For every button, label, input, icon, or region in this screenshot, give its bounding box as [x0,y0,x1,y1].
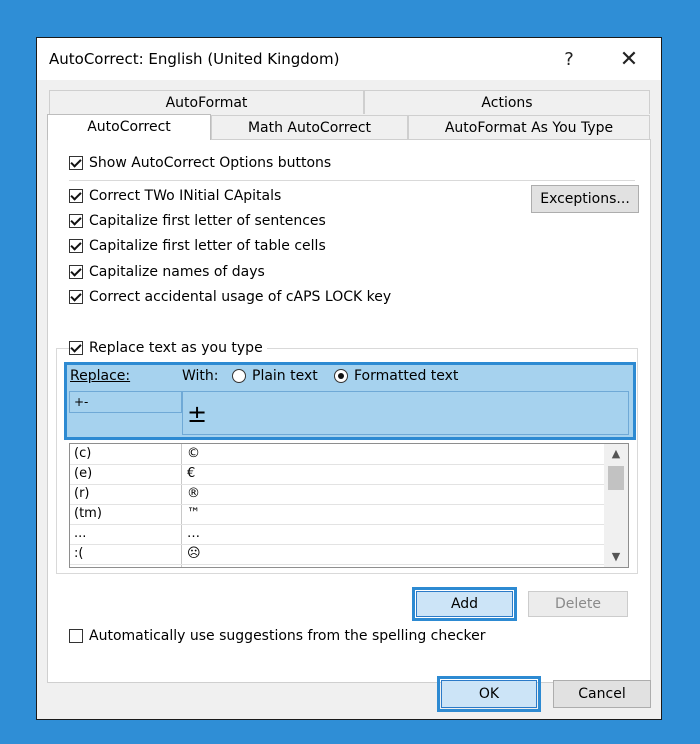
exceptions-button[interactable]: Exceptions... [531,185,639,213]
formatted-text-radio[interactable]: Formatted text [334,368,458,384]
capitalize-days-checkbox[interactable]: Capitalize names of days [69,262,265,282]
checkbox-box [69,629,83,643]
tab-actions[interactable]: Actions [364,90,650,114]
checkbox-box [69,265,83,279]
cancel-button[interactable]: Cancel [553,680,651,708]
close-button[interactable]: ✕ [609,44,649,74]
add-button[interactable]: Add [416,591,513,617]
tab-autoformat[interactable]: AutoFormat [49,90,364,114]
checkbox-box [69,239,83,253]
window-title: AutoCorrect: English (United Kingdom) [49,50,340,68]
list-item[interactable]: (r) ® [70,484,604,505]
ok-button[interactable]: OK [441,680,537,708]
checkbox-box [69,341,83,355]
with-input[interactable]: ± [182,391,629,435]
help-button[interactable]: ? [549,44,589,74]
help-icon: ? [564,48,574,70]
replace-text-checkbox[interactable]: Replace text as you type [69,338,267,358]
divider [69,180,635,181]
spelling-suggestions-checkbox[interactable]: Automatically use suggestions from the s… [69,626,486,646]
replace-input[interactable]: +- [69,391,182,413]
capitalize-sentences-checkbox[interactable]: Capitalize first letter of sentences [69,211,326,231]
caps-lock-checkbox[interactable]: Correct accidental usage of cAPS LOCK ke… [69,287,391,307]
scroll-down-icon[interactable]: ▼ [604,547,628,567]
radio-circle [334,369,348,383]
checkbox-box [69,214,83,228]
plain-text-radio[interactable]: Plain text [232,368,318,384]
scroll-up-icon[interactable]: ▲ [604,444,628,464]
capitalize-table-cells-checkbox[interactable]: Capitalize first letter of table cells [69,236,326,256]
list-scrollbar[interactable]: ▲ ▼ [604,444,628,567]
checkbox-box [69,156,83,170]
correct-two-initial-capitals-checkbox[interactable]: Correct TWo INitial CApitals [69,186,281,206]
scroll-thumb[interactable] [608,466,624,490]
autocorrect-entries-list[interactable]: (c) © (e) € (r) ® (tm) ™ ...… :(☹ ▲ ▼ [69,443,629,568]
list-item[interactable]: (e) € [70,464,604,485]
title-bar: AutoCorrect: English (United Kingdom) ? … [37,38,661,80]
checkbox-box [69,290,83,304]
tab-autoformat-as-you-type[interactable]: AutoFormat As You Type [408,115,650,139]
list-item[interactable]: (tm) ™ [70,504,604,525]
with-label: With: [182,368,219,384]
checkbox-box [69,189,83,203]
delete-button[interactable]: Delete [528,591,628,617]
show-autocorrect-options-checkbox[interactable]: Show AutoCorrect Options buttons [69,153,331,173]
list-item[interactable]: (c) © [70,444,604,465]
list-item[interactable]: ...… [70,524,604,545]
list-item[interactable]: :(☹ [70,544,604,565]
replace-with-highlight: Replace: With: Plain text Formatted text… [64,362,636,440]
radio-circle [232,369,246,383]
tab-math-autocorrect[interactable]: Math AutoCorrect [211,115,408,139]
tab-autocorrect[interactable]: AutoCorrect [47,114,211,140]
replace-label: Replace: [70,368,131,384]
close-icon: ✕ [619,46,639,72]
